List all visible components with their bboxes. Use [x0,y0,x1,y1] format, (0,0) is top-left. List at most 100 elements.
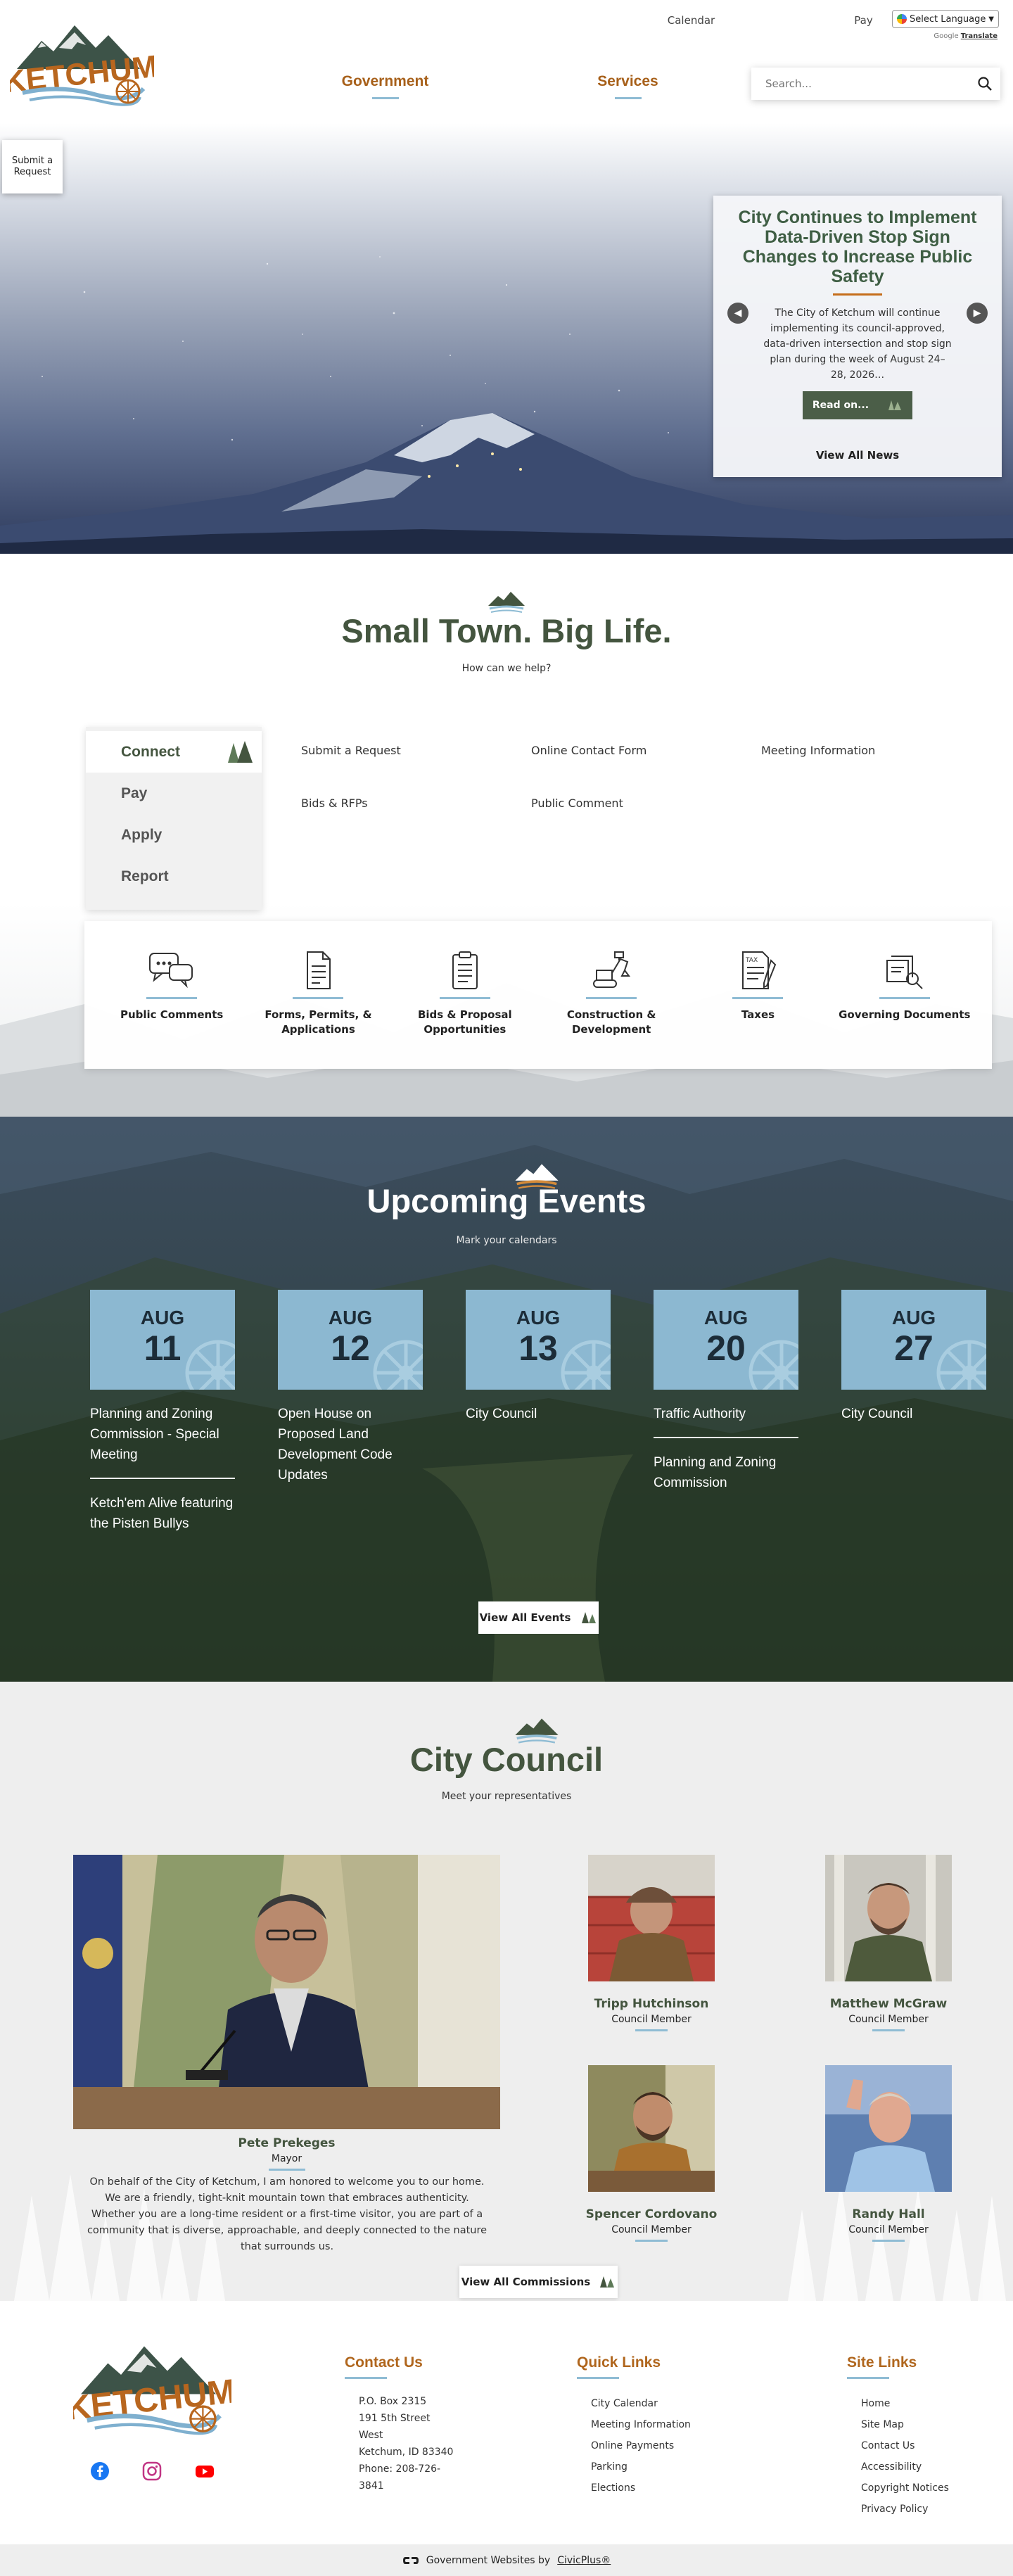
help-tab-list: Connect Pay Apply Report [86,727,262,910]
event-month: AUG [891,1307,936,1328]
council-member-photo [588,2065,715,2192]
mayor-photo[interactable] [73,1855,500,2129]
quick-public-comments[interactable]: Public Comments [98,921,245,1069]
tagline-heading: Small Town. Big Life. [341,612,672,649]
council-member-photo [588,1855,715,1981]
council-member-role: Council Member [567,2014,736,2031]
mayor-welcome-message: On behalf of the City of Ketchum, I am h… [87,2176,488,2252]
footer-link-copyright[interactable]: Copyright Notices [861,2477,949,2499]
events-heading: Upcoming Events [367,1182,646,1219]
accent-bar [293,997,344,999]
quick-label: Construction & Development [566,1008,656,1036]
news-summary: The City of Ketchum will continue implem… [763,307,952,381]
event-link[interactable]: Ketch'em Alive featuring the Pisten Bull… [90,1493,235,1534]
footer-link-site-map[interactable]: Site Map [861,2414,949,2435]
view-all-events-button[interactable]: View All Events [478,1601,599,1634]
view-all-news-link[interactable]: View All News [713,449,1002,462]
search-input[interactable] [751,68,969,100]
date-tile[interactable]: AUG 13 [466,1290,611,1390]
view-all-commissions-label: View All Commissions [461,2276,591,2288]
previous-arrow-icon[interactable]: ◀ [727,303,748,324]
date-tile[interactable]: AUG 11 [90,1290,235,1390]
language-select[interactable]: Select Language ▼ [892,10,999,28]
news-headline[interactable]: City Continues to Implement Data-Driven … [713,196,1002,286]
civicplus-logo-icon [402,2556,419,2564]
footer-link-contact-us[interactable]: Contact Us [861,2435,949,2456]
footer-link-privacy-policy[interactable]: Privacy Policy [861,2499,949,2520]
contact-phone[interactable]: Phone: 208-726-3841 [359,2461,457,2494]
powered-by-google: Google Translate [934,32,998,40]
quick-label: Public Comments [120,1008,224,1021]
footer-link-parking[interactable]: Parking [591,2456,691,2477]
news-card: City Continues to Implement Data-Driven … [713,196,1002,477]
footer-link-elections[interactable]: Elections [591,2477,691,2499]
event-divider [654,1437,798,1438]
tab-apply[interactable]: Apply [86,814,262,856]
event-month: AUG [703,1307,748,1328]
footer-link-meeting-information[interactable]: Meeting Information [591,2414,691,2435]
event-link[interactable]: Planning and Zoning Commission - Special… [90,1404,235,1465]
ketchum-logo[interactable]: KETCHUM [10,20,154,111]
read-on-button[interactable]: Read on... [802,391,913,419]
footer-link-city-calendar[interactable]: City Calendar [591,2393,691,2414]
civicplus-link[interactable]: CivicPlus® [557,2555,611,2566]
council-member-card[interactable]: Matthew McGraw Council Member [804,1855,973,2031]
powered-by-label: Google [934,32,959,40]
view-all-commissions-button[interactable]: View All Commissions [459,2266,618,2298]
quick-bids-proposals[interactable]: Bids & Proposal Opportunities [392,921,538,1069]
submit-request-button[interactable]: Submit a Request [2,140,63,193]
next-arrow-icon[interactable]: ▶ [967,303,988,324]
instagram-icon[interactable] [142,2461,162,2481]
nav-services[interactable]: Services [507,73,749,99]
online-contact-form-link[interactable]: Online Contact Form [531,744,761,757]
tab-report[interactable]: Report [86,856,262,897]
public-comment-link[interactable]: Public Comment [531,797,761,810]
council-heading: City Council [409,1741,604,1778]
meeting-information-link[interactable]: Meeting Information [761,744,991,757]
nav-government[interactable]: Government [264,73,507,99]
event-link[interactable]: Planning and Zoning Commission [654,1452,798,1493]
event-link[interactable]: Open House on Proposed Land Development … [278,1404,423,1485]
tab-connect[interactable]: Connect [86,731,262,773]
quick-governing-documents[interactable]: Governing Documents [832,921,978,1069]
contact-address: P.O. Box 2315 191 5th Street West Ketchu… [345,2393,457,2494]
footer-link-home[interactable]: Home [861,2393,949,2414]
footer-link-online-payments[interactable]: Online Payments [591,2435,691,2456]
quick-forms-permits[interactable]: Forms, Permits, & Applications [245,921,391,1069]
document-search-icon [886,956,923,989]
site-links-heading: Site Links [847,2354,949,2379]
search-icon[interactable] [969,77,1000,91]
quick-taxes[interactable]: TAX Taxes [684,921,831,1069]
council-member-card[interactable]: Spencer Cordovano Council Member [567,2065,736,2242]
mayor-name[interactable]: Pete Prekeges [73,2136,500,2150]
footer-link-accessibility[interactable]: Accessibility [861,2456,949,2477]
quick-access-panel: Public Comments Forms, Permits, & Applic… [84,921,992,1069]
mountain-emblem-icon [488,592,525,613]
translate-link[interactable]: Translate [961,32,998,40]
council-member-card[interactable]: Tripp Hutchinson Council Member [567,1855,736,2031]
youtube-icon[interactable] [194,2461,215,2481]
date-tile[interactable]: AUG 20 [654,1290,798,1390]
date-tile[interactable]: AUG 12 [278,1290,423,1390]
accent-bar [586,997,637,999]
date-tile[interactable]: AUG 27 [841,1290,986,1390]
event-link[interactable]: City Council [841,1404,986,1424]
event-month: AUG [140,1307,185,1328]
event-link[interactable]: City Council [466,1404,611,1424]
document-icon [307,951,331,989]
calendar-link[interactable]: Calendar [605,14,777,27]
event-link[interactable]: Traffic Authority [654,1404,798,1424]
connect-links: Submit a Request Online Contact Form Mee… [301,744,990,810]
facebook-icon[interactable] [90,2461,110,2481]
view-all-events-label: View All Events [479,1611,571,1624]
quick-label: Governing Documents [839,1008,971,1021]
bids-rfps-link[interactable]: Bids & RFPs [301,797,531,810]
wagon-wheel-icon [561,1340,611,1390]
event-month: AUG [328,1307,373,1328]
footer-ketchum-logo[interactable]: KETCHUM [73,2337,231,2443]
submit-request-link[interactable]: Submit a Request [301,744,531,757]
council-member-card[interactable]: Randy Hall Council Member [804,2065,973,2242]
quick-construction[interactable]: Construction & Development [538,921,684,1069]
accent-bar [732,997,784,999]
tab-pay[interactable]: Pay [86,773,262,814]
